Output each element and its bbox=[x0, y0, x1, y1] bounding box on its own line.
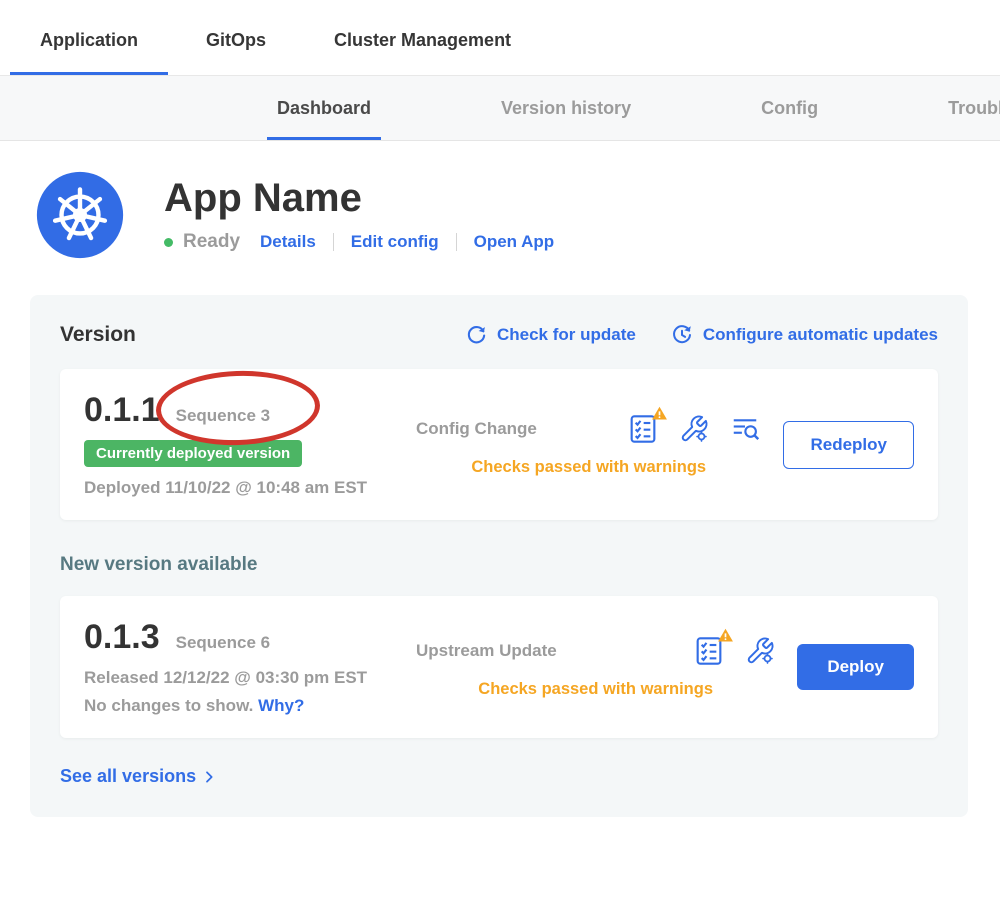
current-version-number: 0.1.1 bbox=[84, 391, 160, 430]
change-type-label: Config Change bbox=[416, 419, 537, 439]
primary-nav: Application GitOps Cluster Management bbox=[0, 0, 1000, 76]
deploy-button[interactable]: Deploy bbox=[797, 644, 914, 690]
no-changes-text: No changes to show. bbox=[84, 696, 253, 715]
version-panel-header: Version Check for update bbox=[60, 323, 938, 347]
currently-deployed-badge: Currently deployed version bbox=[84, 440, 302, 467]
current-version-card: 0.1.1 Sequence 3 Currently deployed vers… bbox=[60, 369, 938, 520]
new-version-available-heading: New version available bbox=[60, 554, 938, 576]
check-for-update-link[interactable]: Check for update bbox=[465, 324, 636, 347]
edit-config-icon[interactable] bbox=[679, 414, 709, 444]
admin-console-page: Application GitOps Cluster Management Da… bbox=[0, 0, 1000, 898]
kubernetes-logo bbox=[36, 171, 124, 259]
tab-dashboard[interactable]: Dashboard bbox=[267, 98, 381, 140]
refresh-icon bbox=[465, 324, 488, 347]
version-heading: Version bbox=[60, 323, 136, 347]
version-line: 0.1.1 Sequence 3 bbox=[84, 391, 416, 430]
warning-triangle-icon bbox=[717, 627, 734, 649]
current-version-middle: Config Change bbox=[416, 413, 783, 477]
why-link[interactable]: Why? bbox=[258, 696, 304, 715]
redeploy-button[interactable]: Redeploy bbox=[783, 421, 914, 469]
tab-version-history[interactable]: Version history bbox=[491, 98, 641, 140]
details-link[interactable]: Details bbox=[260, 232, 316, 252]
app-header-text: App Name Ready Details Edit config Open … bbox=[164, 177, 554, 253]
tab-config[interactable]: Config bbox=[751, 98, 828, 140]
deployed-date: Deployed 11/10/22 @ 10:48 am EST bbox=[84, 478, 416, 498]
new-version-middle: Upstream Update bbox=[416, 635, 797, 699]
new-version-info: 0.1.3 Sequence 6 Released 12/12/22 @ 03:… bbox=[84, 618, 416, 716]
secondary-nav: Dashboard Version history Config Trouble… bbox=[0, 76, 1000, 141]
page-title: App Name bbox=[164, 177, 554, 219]
tab-troubleshoot[interactable]: Troubleshoot bbox=[938, 98, 1000, 140]
open-app-link[interactable]: Open App bbox=[474, 232, 555, 252]
ready-status-dot bbox=[164, 238, 173, 247]
edit-config-link[interactable]: Edit config bbox=[351, 232, 439, 252]
status-text: Ready bbox=[183, 231, 240, 253]
configure-automatic-updates-link[interactable]: Configure automatic updates bbox=[670, 323, 938, 347]
preflight-checks-icon[interactable] bbox=[693, 635, 725, 667]
version-actions: Check for update Configure automatic upd… bbox=[465, 323, 938, 347]
status-row: Ready Details Edit config Open App bbox=[164, 231, 554, 253]
app-header: App Name Ready Details Edit config Open … bbox=[36, 171, 1000, 259]
check-for-update-label: Check for update bbox=[497, 325, 636, 345]
checks-status-text: Checks passed with warnings bbox=[416, 458, 761, 477]
released-date: Released 12/12/22 @ 03:30 pm EST bbox=[84, 668, 416, 688]
current-version-icons bbox=[627, 413, 761, 445]
divider bbox=[333, 233, 334, 251]
tab-application[interactable]: Application bbox=[10, 30, 168, 75]
no-changes-row: No changes to show. Why? bbox=[84, 696, 416, 716]
see-all-versions-label: See all versions bbox=[60, 766, 196, 787]
clock-update-icon bbox=[670, 323, 694, 347]
view-diff-icon[interactable] bbox=[729, 414, 761, 444]
tab-cluster-management[interactable]: Cluster Management bbox=[304, 30, 541, 75]
chevron-right-icon bbox=[201, 769, 217, 785]
edit-config-icon[interactable] bbox=[745, 636, 775, 666]
see-all-versions-link[interactable]: See all versions bbox=[60, 766, 217, 787]
preflight-checks-icon[interactable] bbox=[627, 413, 659, 445]
version-line: 0.1.3 Sequence 6 bbox=[84, 618, 416, 657]
version-panel: Version Check for update bbox=[30, 295, 968, 817]
warning-triangle-icon bbox=[651, 405, 668, 427]
tab-gitops[interactable]: GitOps bbox=[176, 30, 296, 75]
configure-automatic-updates-label: Configure automatic updates bbox=[703, 325, 938, 345]
new-version-sequence: Sequence 6 bbox=[176, 633, 271, 653]
new-version-icons bbox=[693, 635, 775, 667]
divider bbox=[456, 233, 457, 251]
checks-status-text: Checks passed with warnings bbox=[416, 680, 775, 699]
new-version-card: 0.1.3 Sequence 6 Released 12/12/22 @ 03:… bbox=[60, 596, 938, 738]
new-version-number: 0.1.3 bbox=[84, 618, 160, 657]
current-version-sequence: Sequence 3 bbox=[176, 406, 271, 426]
current-version-info: 0.1.1 Sequence 3 Currently deployed vers… bbox=[84, 391, 416, 498]
change-type-label: Upstream Update bbox=[416, 641, 557, 661]
